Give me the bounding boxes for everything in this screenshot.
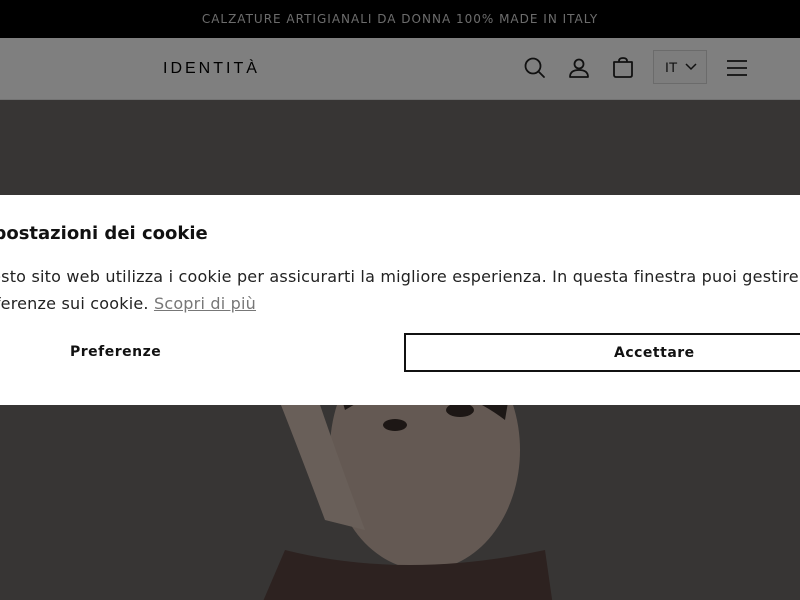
learn-more-link[interactable]: Scopri di più	[154, 294, 256, 313]
cookie-description: Questo sito web utilizza i cookie per as…	[0, 263, 800, 317]
preferences-button[interactable]: Preferenze	[0, 333, 228, 371]
accept-button[interactable]: Accettare	[404, 333, 800, 372]
cookie-title: Impostazioni dei cookie	[0, 223, 208, 244]
cookie-banner: Impostazioni dei cookie Questo sito web …	[0, 195, 800, 405]
cookie-text: Questo sito web utilizza i cookie per as…	[0, 267, 800, 313]
